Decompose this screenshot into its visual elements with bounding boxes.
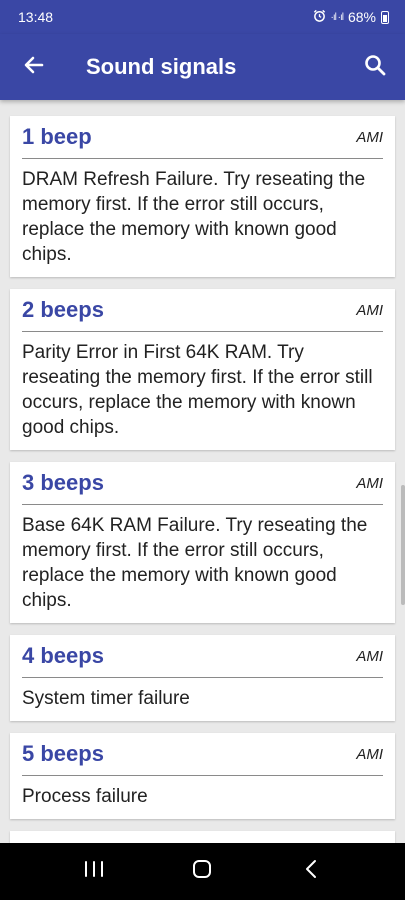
- card-header: 1 beep AMI: [22, 116, 383, 159]
- bios-source: AMI: [356, 301, 383, 319]
- signal-icon: ·ıl ·ıl: [330, 11, 344, 23]
- system-nav-bar: [0, 843, 405, 900]
- signal-description: System timer failure: [22, 688, 190, 709]
- app-bar: Sound signals: [0, 34, 405, 100]
- signal-card[interactable]: [10, 831, 395, 843]
- scrollbar-thumb[interactable]: [401, 485, 405, 605]
- card-header: 5 beeps AMI: [22, 733, 383, 776]
- card-header: 2 beeps AMI: [22, 289, 383, 332]
- signal-card[interactable]: 2 beeps AMI Parity Error in First 64K RA…: [10, 289, 395, 450]
- alarm-icon: [313, 9, 326, 25]
- recents-icon: [83, 859, 105, 884]
- page-title: Sound signals: [86, 54, 237, 79]
- search-icon: [363, 53, 387, 82]
- signal-card[interactable]: 4 beeps AMI System timer failure: [10, 635, 395, 721]
- back-button[interactable]: [0, 34, 68, 100]
- status-bar: 13:48 ·ıl ·ıl 68%: [0, 0, 405, 34]
- signal-description: Base 64K RAM Failure. Try reseating the …: [22, 515, 368, 611]
- card-header: 4 beeps AMI: [22, 635, 383, 678]
- bios-source: AMI: [356, 128, 383, 146]
- signal-list[interactable]: 1 beep AMI DRAM Refresh Failure. Try res…: [0, 100, 405, 843]
- status-indicators: ·ıl ·ıl 68%: [313, 9, 389, 25]
- bios-source: AMI: [356, 745, 383, 763]
- beep-count: 5 beeps: [22, 741, 104, 766]
- signal-description: DRAM Refresh Failure. Try reseating the …: [22, 169, 366, 265]
- bios-source: AMI: [356, 474, 383, 492]
- signal-description: Parity Error in First 64K RAM. Try resea…: [22, 342, 373, 438]
- nav-back-button[interactable]: [281, 843, 341, 900]
- search-button[interactable]: [345, 34, 405, 100]
- beep-count: 4 beeps: [22, 643, 104, 668]
- battery-percent: 68%: [347, 9, 376, 25]
- arrow-left-icon: [22, 53, 46, 82]
- status-time: 13:48: [18, 9, 54, 25]
- signal-card[interactable]: 3 beeps AMI Base 64K RAM Failure. Try re…: [10, 462, 395, 623]
- beep-count: 2 beeps: [22, 297, 104, 322]
- recents-button[interactable]: [64, 843, 124, 900]
- beep-count: 1 beep: [22, 124, 92, 149]
- signal-card[interactable]: 1 beep AMI DRAM Refresh Failure. Try res…: [10, 116, 395, 277]
- bios-source: AMI: [356, 647, 383, 665]
- signal-description: Process failure: [22, 786, 148, 807]
- battery-icon: [381, 10, 389, 24]
- back-chevron-icon: [303, 858, 319, 885]
- beep-count: 3 beeps: [22, 470, 104, 495]
- signal-card[interactable]: 5 beeps AMI Process failure: [10, 733, 395, 819]
- home-icon: [191, 858, 213, 885]
- card-header: 3 beeps AMI: [22, 462, 383, 505]
- home-button[interactable]: [172, 843, 232, 900]
